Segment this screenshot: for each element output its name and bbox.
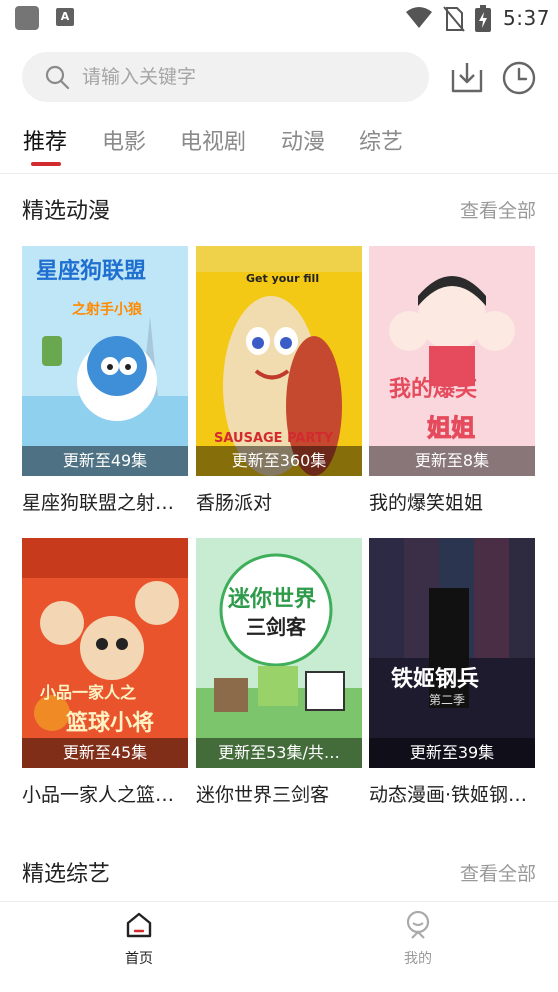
app-a-icon: A: [56, 8, 74, 26]
anime-card[interactable]: 我的爆笑 姐姐 更新至8集 我的爆笑姐姐: [369, 246, 535, 515]
wifi-icon: [406, 7, 432, 28]
poster-image: Get your fill SAUSAGE PARTY 更新至360集: [196, 246, 362, 476]
poster-image: 小品一家人之 篮球小将 更新至45集: [22, 538, 188, 768]
status-bar: A 5:37: [0, 0, 558, 40]
svg-text:SAUSAGE PARTY: SAUSAGE PARTY: [214, 431, 334, 446]
svg-text:铁姬钢兵: 铁姬钢兵: [391, 666, 479, 692]
svg-text:星座狗联盟: 星座狗联盟: [36, 258, 146, 284]
svg-text:之射手小狼: 之射手小狼: [72, 301, 143, 318]
tab-movies[interactable]: 电影: [102, 124, 146, 156]
poster-image: 星座狗联盟 之射手小狼 更新至49集: [22, 246, 188, 476]
anime-card[interactable]: Get your fill SAUSAGE PARTY 更新至360集 香肠派对: [196, 246, 362, 515]
episode-badge: 更新至49集: [22, 446, 188, 476]
view-all-variety-link[interactable]: 查看全部: [460, 859, 536, 886]
bottom-navigation: 首页 我的: [0, 901, 558, 992]
svg-text:第二季: 第二季: [429, 693, 465, 707]
section-title-anime: 精选动漫: [22, 199, 111, 224]
svg-text:我的爆笑: 我的爆笑: [389, 376, 477, 402]
card-title: 小品一家人之篮…: [22, 784, 175, 806]
card-title: 星座狗联盟之射…: [22, 492, 175, 514]
nav-home-label: 首页: [125, 951, 153, 967]
episode-badge: 更新至53集/共…: [196, 738, 362, 768]
episode-badge: 更新至39集: [369, 738, 535, 768]
search-input[interactable]: [82, 52, 412, 102]
card-title: 我的爆笑姐姐: [369, 492, 484, 514]
nav-home[interactable]: 首页: [99, 910, 179, 968]
tab-tv-series[interactable]: 电视剧: [180, 124, 246, 156]
tab-variety[interactable]: 综艺: [359, 124, 403, 156]
svg-text:迷你世界: 迷你世界: [227, 587, 316, 612]
poster-image: 铁姬钢兵 第二季 更新至39集: [369, 538, 535, 768]
battery-charging-icon: [475, 5, 491, 32]
search-bar[interactable]: [22, 52, 429, 102]
poster-image: 迷你世界 三剑客 更新至53集/共…: [196, 538, 362, 768]
anime-card[interactable]: 迷你世界 三剑客 更新至53集/共… 迷你世界三剑客: [196, 538, 362, 807]
nav-profile[interactable]: 我的: [378, 910, 458, 968]
active-tab-indicator: [31, 162, 61, 166]
card-title: 动态漫画·铁姬钢…: [369, 784, 528, 806]
episode-badge: 更新至45集: [22, 738, 188, 768]
clock-time: 5:37: [503, 6, 550, 30]
app-notification-icon: [15, 6, 39, 30]
tab-recommend[interactable]: 推荐: [23, 124, 67, 156]
no-sim-icon: [443, 6, 465, 32]
home-icon: [126, 912, 152, 938]
download-icon[interactable]: [450, 60, 484, 94]
nav-profile-label: 我的: [404, 951, 432, 967]
anime-card[interactable]: 星座狗联盟 之射手小狼 更新至49集 星座狗联盟之射…: [22, 246, 188, 515]
svg-text:姐姐: 姐姐: [427, 414, 475, 442]
history-clock-icon[interactable]: [501, 60, 537, 96]
card-title: 香肠派对: [196, 492, 273, 514]
view-all-anime-link[interactable]: 查看全部: [460, 196, 536, 223]
profile-icon: [406, 910, 430, 939]
anime-card[interactable]: 小品一家人之 篮球小将 更新至45集 小品一家人之篮…: [22, 538, 188, 807]
svg-text:三剑客: 三剑客: [246, 615, 307, 639]
svg-text:Get your fill: Get your fill: [246, 272, 319, 285]
svg-text:篮球小将: 篮球小将: [65, 710, 154, 736]
search-icon: [45, 65, 70, 90]
section-title-variety: 精选综艺: [22, 862, 111, 887]
episode-badge: 更新至360集: [196, 446, 362, 476]
category-tabs: 推荐 电影 电视剧 动漫 综艺: [0, 118, 558, 174]
anime-card[interactable]: 铁姬钢兵 第二季 更新至39集 动态漫画·铁姬钢…: [369, 538, 535, 807]
svg-text:小品一家人之: 小品一家人之: [40, 683, 136, 702]
tab-anime[interactable]: 动漫: [281, 124, 325, 156]
poster-image: 我的爆笑 姐姐 更新至8集: [369, 246, 535, 476]
episode-badge: 更新至8集: [369, 446, 535, 476]
card-title: 迷你世界三剑客: [196, 784, 330, 806]
